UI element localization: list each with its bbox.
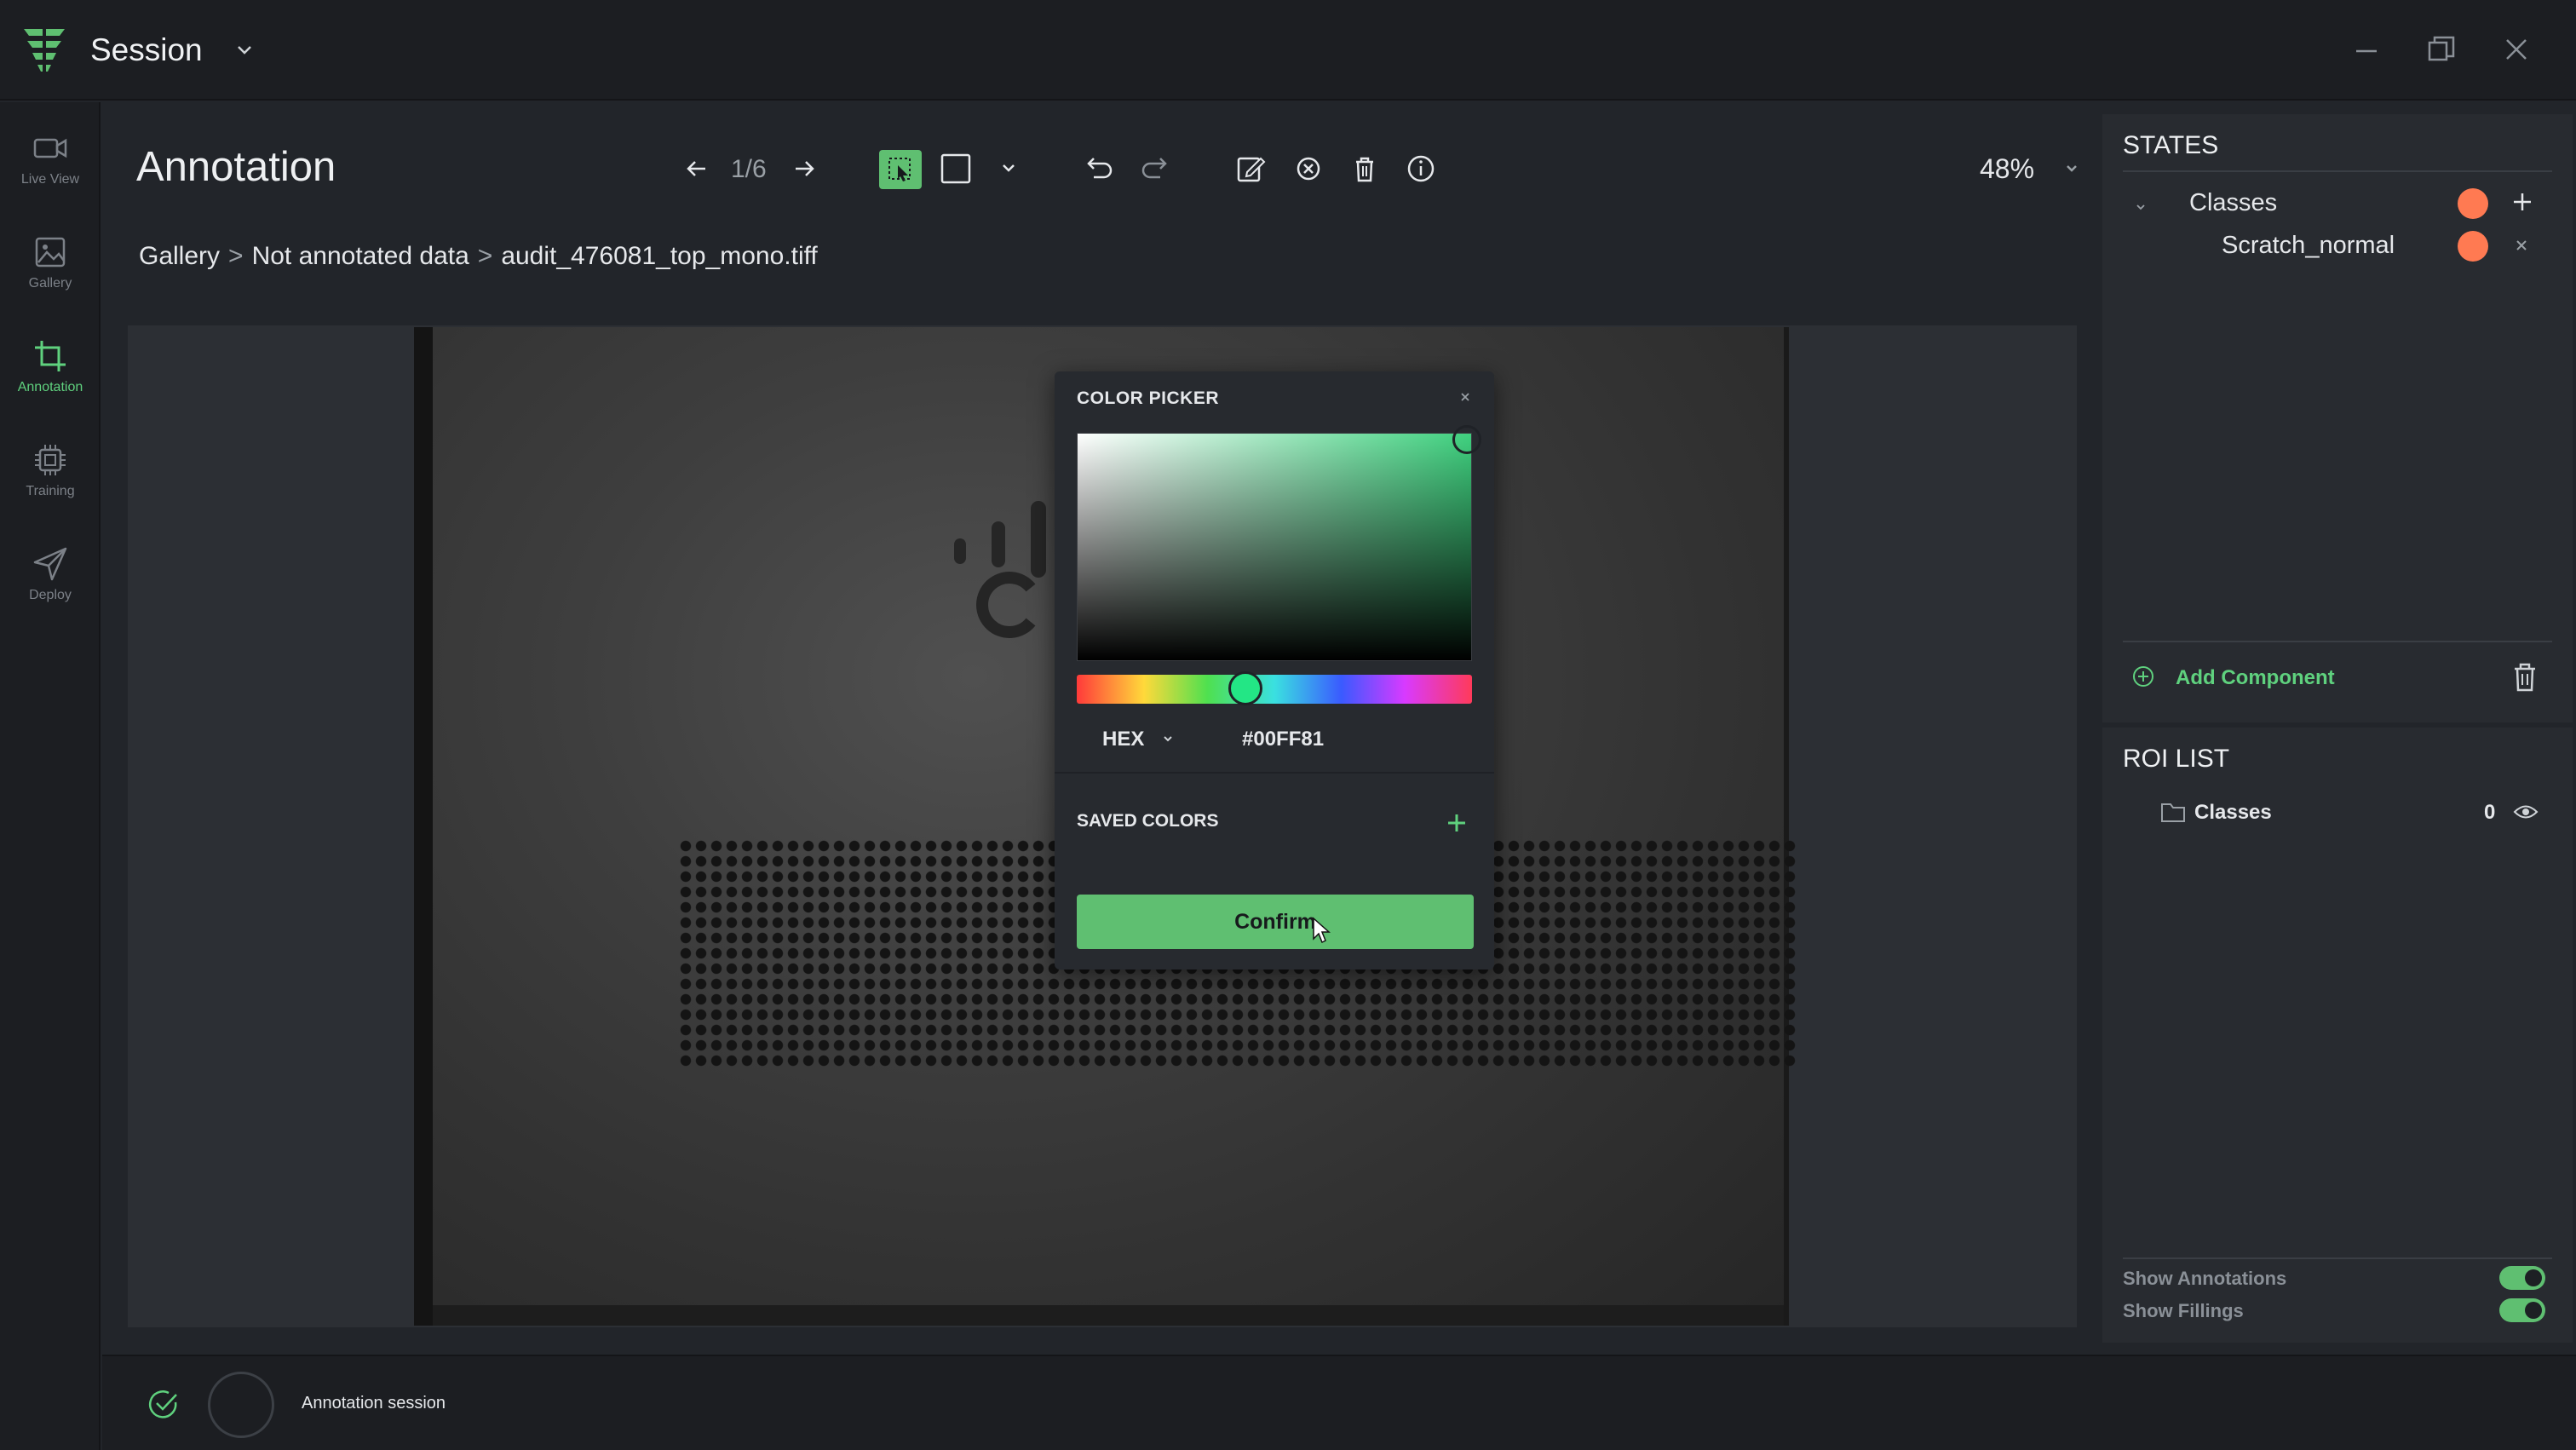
hue-slider-handle[interactable] (1228, 671, 1262, 705)
close-icon[interactable] (1455, 387, 1475, 407)
add-component-button[interactable]: Add Component (2176, 666, 2335, 690)
breadcrumb-item-gallery[interactable]: Gallery (139, 242, 220, 270)
divider (2123, 170, 2552, 172)
nav-item-annotation[interactable]: Annotation (0, 327, 101, 421)
breadcrumb-item-folder[interactable]: Not annotated data (252, 242, 469, 270)
states-panel: STATES Classes Scratch_normal Add Compon… (2102, 114, 2573, 722)
nav-item-live-view[interactable]: Live View (0, 119, 101, 213)
nav-item-label: Annotation (17, 380, 83, 394)
class-color-swatch[interactable] (2458, 188, 2488, 219)
app-logo-icon (24, 29, 65, 72)
show-annotations-toggle[interactable] (2499, 1266, 2545, 1290)
status-text: Annotation session (302, 1394, 446, 1413)
states-heading: STATES (2123, 131, 2219, 159)
roi-list-panel: ROI LIST Classes 0 Show Annotations Show… (2102, 728, 2573, 1343)
rectangle-tool-icon[interactable] (939, 152, 973, 186)
info-icon[interactable] (1404, 152, 1438, 186)
roi-item-count: 0 (2484, 801, 2496, 824)
nav-item-label: Live View (20, 172, 80, 187)
hex-value-input[interactable]: #00FF81 (1242, 728, 1324, 751)
breadcrumb-separator: > (477, 242, 493, 270)
state-group-label[interactable]: Classes (2189, 189, 2277, 217)
progress-ring (208, 1372, 274, 1438)
select-tool-button[interactable] (879, 150, 922, 189)
breadcrumb-item-file: audit_476081_top_mono.tiff (501, 242, 818, 270)
nav-item-gallery[interactable]: Gallery (0, 223, 101, 317)
page-counter: 1/6 (731, 155, 767, 183)
nav-item-label: Training (26, 484, 75, 498)
zoom-level[interactable]: 48% (1980, 153, 2034, 185)
chip-icon (35, 445, 66, 475)
arrow-right-icon[interactable] (787, 152, 821, 186)
chevron-down-icon[interactable] (2055, 152, 2089, 186)
image-icon (35, 237, 66, 268)
nav-item-deploy[interactable]: Deploy (0, 535, 101, 629)
roi-list-heading: ROI LIST (2123, 745, 2230, 773)
arrow-left-icon[interactable] (680, 152, 714, 186)
chevron-down-icon[interactable] (2133, 199, 2148, 215)
nav-item-training[interactable]: Training (0, 431, 101, 525)
state-color-swatch[interactable] (2458, 231, 2488, 262)
status-bar: Annotation session (102, 1355, 2576, 1450)
color-picker-title: COLOR PICKER (1077, 388, 1220, 408)
saturation-value-handle[interactable] (1452, 425, 1481, 454)
restore-window-icon[interactable] (2424, 32, 2458, 66)
redo-icon[interactable] (1138, 152, 1172, 186)
trash-icon[interactable] (2510, 661, 2540, 693)
divider (2123, 641, 2552, 642)
eye-icon[interactable] (2513, 801, 2539, 823)
chevron-down-icon[interactable] (232, 37, 257, 63)
breadcrumb: Gallery > Not annotated data > audit_476081_… (139, 242, 818, 271)
chevron-down-icon[interactable] (1159, 729, 1177, 748)
check-circle-icon (149, 1390, 177, 1418)
close-icon[interactable] (2511, 235, 2532, 256)
confirm-button[interactable]: Confirm (1077, 895, 1474, 949)
edit-icon[interactable] (1233, 152, 1268, 186)
show-annotations-label: Show Annotations (2123, 1268, 2287, 1289)
session-title[interactable]: Session (90, 32, 203, 68)
cursor-select-icon (888, 158, 911, 181)
minimize-icon[interactable] (2349, 32, 2383, 66)
divider (1055, 772, 1494, 774)
left-nav: Live View Gallery Annotation Training De… (0, 102, 101, 1450)
color-picker-dialog: COLOR PICKER HEX #00FF81 SAVED COLORS Co… (1055, 371, 1494, 970)
add-icon[interactable] (2510, 189, 2535, 215)
undo-icon[interactable] (1082, 152, 1116, 186)
cancel-circle-icon[interactable] (1291, 152, 1325, 186)
video-camera-icon (33, 138, 67, 158)
add-saved-color-icon[interactable] (1443, 809, 1470, 837)
send-icon (33, 547, 67, 581)
saturation-value-area[interactable] (1077, 425, 1481, 661)
image-edge (433, 1305, 1784, 1326)
breadcrumb-separator: > (228, 242, 244, 270)
folder-icon (2161, 803, 2185, 822)
nav-item-label: Deploy (29, 588, 72, 602)
nav-item-label: Gallery (28, 276, 72, 291)
state-item-label[interactable]: Scratch_normal (2222, 232, 2395, 260)
trash-icon[interactable] (1348, 152, 1382, 186)
roi-item-label[interactable]: Classes (2194, 801, 2272, 825)
show-fillings-toggle[interactable] (2499, 1298, 2545, 1322)
close-window-icon[interactable] (2499, 32, 2533, 66)
hue-slider[interactable] (1077, 671, 1472, 705)
title-bar: Session (0, 0, 2576, 101)
crop-icon (35, 341, 66, 371)
show-fillings-label: Show Fillings (2123, 1300, 2244, 1321)
add-circle-icon[interactable] (2131, 665, 2155, 688)
divider (2123, 1257, 2552, 1259)
color-mode-select[interactable]: HEX (1102, 728, 1144, 751)
saved-colors-label: SAVED COLORS (1077, 811, 1219, 831)
page-title: Annotation (136, 144, 336, 190)
chevron-down-icon[interactable] (992, 152, 1026, 186)
mouse-pointer-icon (1313, 917, 1331, 944)
